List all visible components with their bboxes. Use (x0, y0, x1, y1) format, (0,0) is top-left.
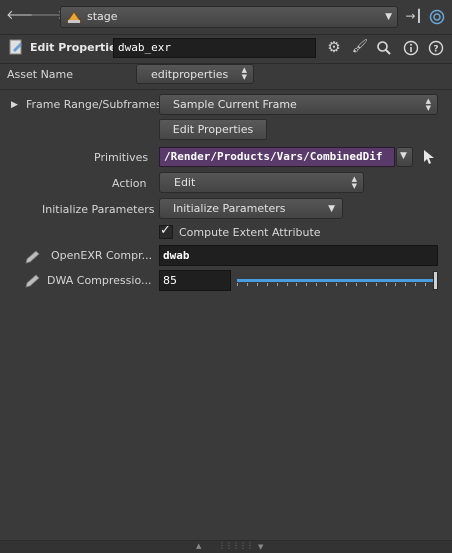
slider-tick (375, 283, 377, 286)
pencil-icon[interactable] (24, 249, 42, 265)
arrow-left-icon[interactable]: 🡐 (6, 6, 41, 26)
chevron-down-icon: ▼ (400, 151, 407, 161)
stage-network-icon (66, 10, 82, 24)
collapse-arrow-icon[interactable]: ▶ (11, 100, 18, 110)
slider-tick (286, 283, 288, 286)
action-value: Edit (174, 176, 196, 189)
info-icon[interactable] (403, 40, 419, 56)
chevron-down-icon: ▼ (385, 12, 392, 22)
node-type-label: Edit Properties (30, 41, 124, 54)
action-dropdown[interactable]: Edit ▲ ▼ (159, 172, 364, 193)
select-arrow-icon[interactable] (422, 149, 436, 165)
primitives-label: Primitives (94, 151, 149, 164)
brush-icon[interactable]: 🖌 (350, 37, 370, 57)
slider-tick (246, 283, 248, 286)
slider-tick (237, 283, 238, 286)
compute-extent-checkbox[interactable]: ✓ (159, 223, 173, 239)
slider-fill (237, 279, 435, 282)
gear-icon[interactable]: ⚙ (324, 37, 344, 57)
slider-tick (425, 283, 427, 286)
node-name-input[interactable]: dwab_exr (113, 38, 316, 58)
slider-tick (336, 283, 337, 286)
asset-name-value: editproperties (151, 68, 229, 81)
pencil-icon[interactable] (24, 273, 42, 289)
arrow-right-icon[interactable]: 🡒 (30, 6, 65, 26)
asset-name-label: Asset Name (7, 68, 74, 81)
primitives-value: /Render/Products/Vars/CombinedDif (164, 150, 383, 163)
openexr-input[interactable]: dwab (159, 245, 438, 266)
grip-icon: ⋮⋮⋮⋮⋮ (218, 541, 254, 550)
openexr-label: OpenEXR Compr... (51, 249, 153, 262)
slider-tick (395, 283, 397, 286)
up-down-arrows-icon: ▲ ▼ (241, 66, 247, 81)
edit-properties-button[interactable]: Edit Properties (159, 119, 267, 140)
slider-tick (415, 283, 417, 286)
help-icon[interactable]: ? (428, 40, 444, 56)
slider-tick (326, 283, 328, 286)
asset-name-dropdown[interactable]: editproperties ▲ ▼ (136, 64, 254, 84)
init-params-value: Initialize Parameters (173, 202, 286, 215)
collapse-down-icon[interactable]: ▼ (258, 543, 263, 551)
slider-tick (385, 283, 387, 286)
slider-tick (296, 283, 298, 286)
slider-ticks (237, 283, 436, 287)
primitives-menu-button[interactable]: ▼ (396, 147, 413, 167)
init-params-dropdown[interactable]: Initialize Parameters ▼ (159, 198, 343, 219)
frame-range-label: Frame Range/Subframes (26, 98, 162, 111)
up-down-arrows-icon: ▲ ▼ (351, 175, 357, 190)
slider-tick (345, 283, 347, 286)
network-name: stage (87, 10, 118, 23)
up-down-arrows-icon: ▲ ▼ (425, 97, 431, 112)
slider-tick (365, 283, 367, 286)
frame-range-value: Sample Current Frame (173, 98, 297, 111)
pane-splitter[interactable]: ▲ ⋮⋮⋮⋮⋮ ▼ (0, 541, 452, 553)
dwa-input[interactable]: 85 (159, 270, 231, 291)
slider-tick (256, 283, 258, 286)
slider-tick (266, 283, 268, 286)
svg-text:?: ? (433, 45, 438, 55)
init-params-label: Initialize Parameters (42, 203, 155, 216)
checkmark-icon: ✓ (160, 223, 171, 238)
dwa-label: DWA Compressio... (47, 274, 152, 287)
slider-tick (276, 283, 278, 286)
action-label: Action (112, 177, 147, 190)
slider-tick (306, 283, 308, 286)
slider-handle[interactable] (433, 271, 438, 290)
frame-range-dropdown[interactable]: Sample Current Frame ▲ ▼ (159, 94, 438, 115)
edit-properties-node-icon (8, 39, 24, 55)
link-icon[interactable] (429, 9, 445, 25)
network-path-dropdown[interactable]: stage ▼ (60, 6, 398, 28)
primitives-input[interactable]: /Render/Products/Vars/CombinedDif (159, 147, 395, 167)
search-icon[interactable] (376, 40, 392, 56)
dwa-slider[interactable] (237, 270, 440, 291)
chevron-down-icon: ▼ (328, 204, 335, 214)
slider-tick (355, 283, 357, 286)
pin-icon[interactable]: →┃ (404, 6, 424, 26)
slider-tick (316, 283, 318, 286)
slider-tick (405, 283, 407, 286)
collapse-up-icon[interactable]: ▲ (196, 542, 201, 550)
compute-extent-label: Compute Extent Attribute (179, 226, 321, 239)
